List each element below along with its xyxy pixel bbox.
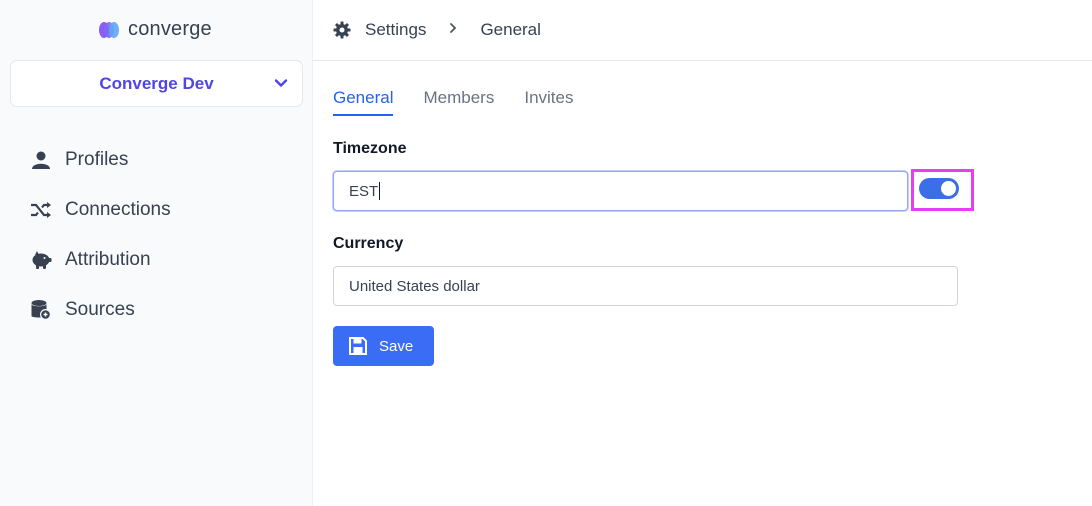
sidebar-item-label: Connections bbox=[65, 199, 171, 220]
breadcrumb-current-page: General bbox=[480, 20, 541, 39]
currency-label: Currency bbox=[333, 235, 404, 252]
save-button-label: Save bbox=[379, 337, 414, 355]
toggle-knob bbox=[941, 181, 956, 196]
breadcrumb-settings[interactable]: Settings bbox=[365, 20, 426, 40]
shuffle-icon bbox=[30, 199, 52, 221]
converge-logo-icon bbox=[98, 21, 120, 39]
timezone-toggle[interactable] bbox=[919, 178, 959, 199]
tab-invites[interactable]: Invites bbox=[524, 88, 573, 116]
brand-logo: converge bbox=[98, 18, 212, 41]
sidebar-nav: Profiles Connections Attribution Sources bbox=[0, 135, 313, 335]
sidebar-item-attribution[interactable]: Attribution bbox=[0, 235, 313, 285]
sidebar-item-label: Sources bbox=[65, 299, 135, 320]
gear-icon bbox=[333, 21, 351, 39]
tab-general[interactable]: General bbox=[333, 88, 394, 116]
main-content: Settings General General Members Invites… bbox=[313, 0, 1092, 506]
database-icon bbox=[30, 299, 52, 321]
settings-tabs: General Members Invites bbox=[333, 88, 573, 116]
tab-members[interactable]: Members bbox=[423, 88, 494, 116]
save-button[interactable]: Save bbox=[333, 326, 434, 366]
org-switcher[interactable]: Converge Dev bbox=[10, 60, 303, 107]
sidebar: converge Converge Dev Profiles Connectio… bbox=[0, 0, 313, 506]
floppy-disk-icon bbox=[349, 337, 367, 355]
timezone-label: Timezone bbox=[333, 140, 407, 157]
org-name: Converge Dev bbox=[99, 73, 214, 93]
sidebar-item-label: Profiles bbox=[65, 149, 129, 170]
breadcrumb: Settings General bbox=[313, 0, 1092, 61]
user-icon bbox=[30, 149, 52, 171]
text-caret bbox=[379, 182, 381, 200]
currency-input[interactable]: United States dollar bbox=[333, 266, 958, 306]
sidebar-item-profiles[interactable]: Profiles bbox=[0, 135, 313, 185]
timezone-value: EST bbox=[349, 182, 379, 200]
sidebar-item-sources[interactable]: Sources bbox=[0, 285, 313, 335]
app-window: converge Converge Dev Profiles Connectio… bbox=[0, 0, 1092, 506]
piggy-bank-icon bbox=[30, 249, 52, 271]
sidebar-item-label: Attribution bbox=[65, 249, 151, 270]
currency-value: United States dollar bbox=[349, 277, 480, 295]
chevron-right-icon bbox=[448, 21, 458, 39]
sidebar-item-connections[interactable]: Connections bbox=[0, 185, 313, 235]
brand-name: converge bbox=[128, 18, 212, 40]
timezone-input[interactable]: EST bbox=[333, 171, 908, 211]
chevron-down-icon bbox=[274, 76, 288, 95]
